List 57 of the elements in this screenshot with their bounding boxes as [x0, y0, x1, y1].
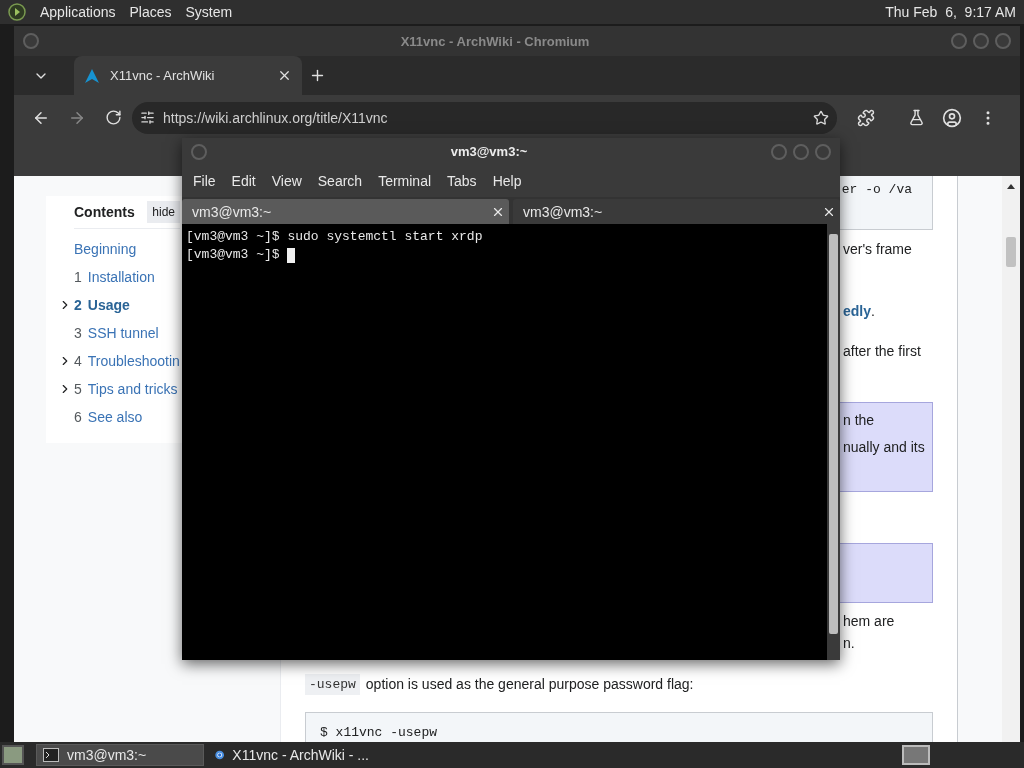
play-logo-icon — [8, 3, 26, 21]
note-text: n the — [843, 411, 876, 430]
contents-link[interactable]: Beginning — [74, 241, 137, 257]
tab-title: vm3@vm3:~ — [192, 203, 272, 220]
browser-tab[interactable]: X11vnc - ArchWiki — [74, 56, 302, 95]
terminal-line: [vm3@vm3 ~]$ sudo systemctl start xrdp — [186, 228, 484, 246]
contents-link[interactable]: 3 SSH tunnel — [74, 325, 159, 341]
menu-item[interactable]: Search — [310, 173, 370, 189]
menu-item[interactable]: File — [186, 173, 223, 189]
panel-menu[interactable]: System — [185, 4, 233, 20]
article-link[interactable]: edly — [843, 303, 871, 319]
task-title: vm3@vm3:~ — [67, 747, 147, 763]
panel-menu[interactable]: Places — [129, 4, 172, 20]
task-title: X11vnc - ArchWiki - ... — [232, 747, 369, 763]
menu-item[interactable]: Edit — [224, 173, 263, 189]
tab-title: X11vnc - ArchWiki — [110, 68, 216, 83]
inline-code: -usepw — [305, 673, 360, 695]
tab-title: vm3@vm3:~ — [523, 203, 603, 220]
paragraph-text: option is used as the general purpose password flag: — [365, 676, 694, 692]
cursor — [287, 247, 296, 263]
menu-item[interactable]: View — [264, 173, 309, 189]
menu-item[interactable]: Help — [485, 173, 529, 189]
code-text: $ x11vnc -usepw — [320, 724, 438, 740]
panel-menu[interactable]: Applications — [40, 4, 116, 20]
contents-link[interactable]: 1 Installation — [74, 269, 155, 285]
contents-heading: Contents — [74, 204, 135, 220]
window-title: vm3@vm3:~ — [449, 144, 529, 159]
workspace-switcher[interactable] — [902, 745, 930, 765]
menu-item[interactable]: Terminal — [371, 173, 439, 189]
close-icon[interactable] — [277, 68, 292, 83]
code-text: er -o /va — [841, 182, 912, 197]
hide-button[interactable]: hide — [147, 201, 180, 223]
note-text: nually and its — [843, 438, 926, 457]
terminal-line: [vm3@vm3 ~]$ — [186, 246, 823, 264]
window-title: X11vnc - ArchWiki - Chromium — [399, 33, 591, 49]
contents-link[interactable]: 6 See also — [74, 409, 143, 425]
site-info-icon — [140, 110, 155, 125]
menu-item[interactable]: Tabs — [440, 173, 484, 189]
contents-link[interactable]: 4 Troubleshootin — [74, 353, 180, 369]
address-field[interactable]: https://wiki.archlinux.org/title/X11vnc — [132, 101, 837, 134]
paragraph-text: ver's frame — [843, 240, 913, 259]
contents-link[interactable]: 2 Usage — [74, 297, 130, 313]
terminal-tab[interactable]: vm3@vm3:~ — [182, 199, 509, 224]
paragraph-text: after the first — [843, 342, 922, 361]
paragraph-text: n. — [843, 634, 856, 653]
taskbar-item[interactable]: X11vnc - ArchWiki - ... — [208, 744, 376, 766]
bookmark-icon[interactable] — [813, 109, 829, 126]
paragraph-text: hem are — [843, 612, 896, 631]
triangle-logo-icon — [84, 67, 100, 84]
paragraph-text: edly. — [843, 302, 876, 321]
taskbar-item[interactable]: vm3@vm3:~ — [36, 744, 204, 766]
show-desktop-icon[interactable] — [2, 745, 24, 765]
clock: Thu Feb 6, 9:17 AM — [885, 4, 1016, 20]
terminal-icon — [43, 748, 59, 762]
terminal-tab[interactable]: vm3@vm3:~ — [513, 199, 840, 224]
url-text: https://wiki.archlinux.org/title/X11vnc — [163, 109, 389, 126]
contents-link[interactable]: 5 Tips and tricks — [74, 381, 178, 397]
